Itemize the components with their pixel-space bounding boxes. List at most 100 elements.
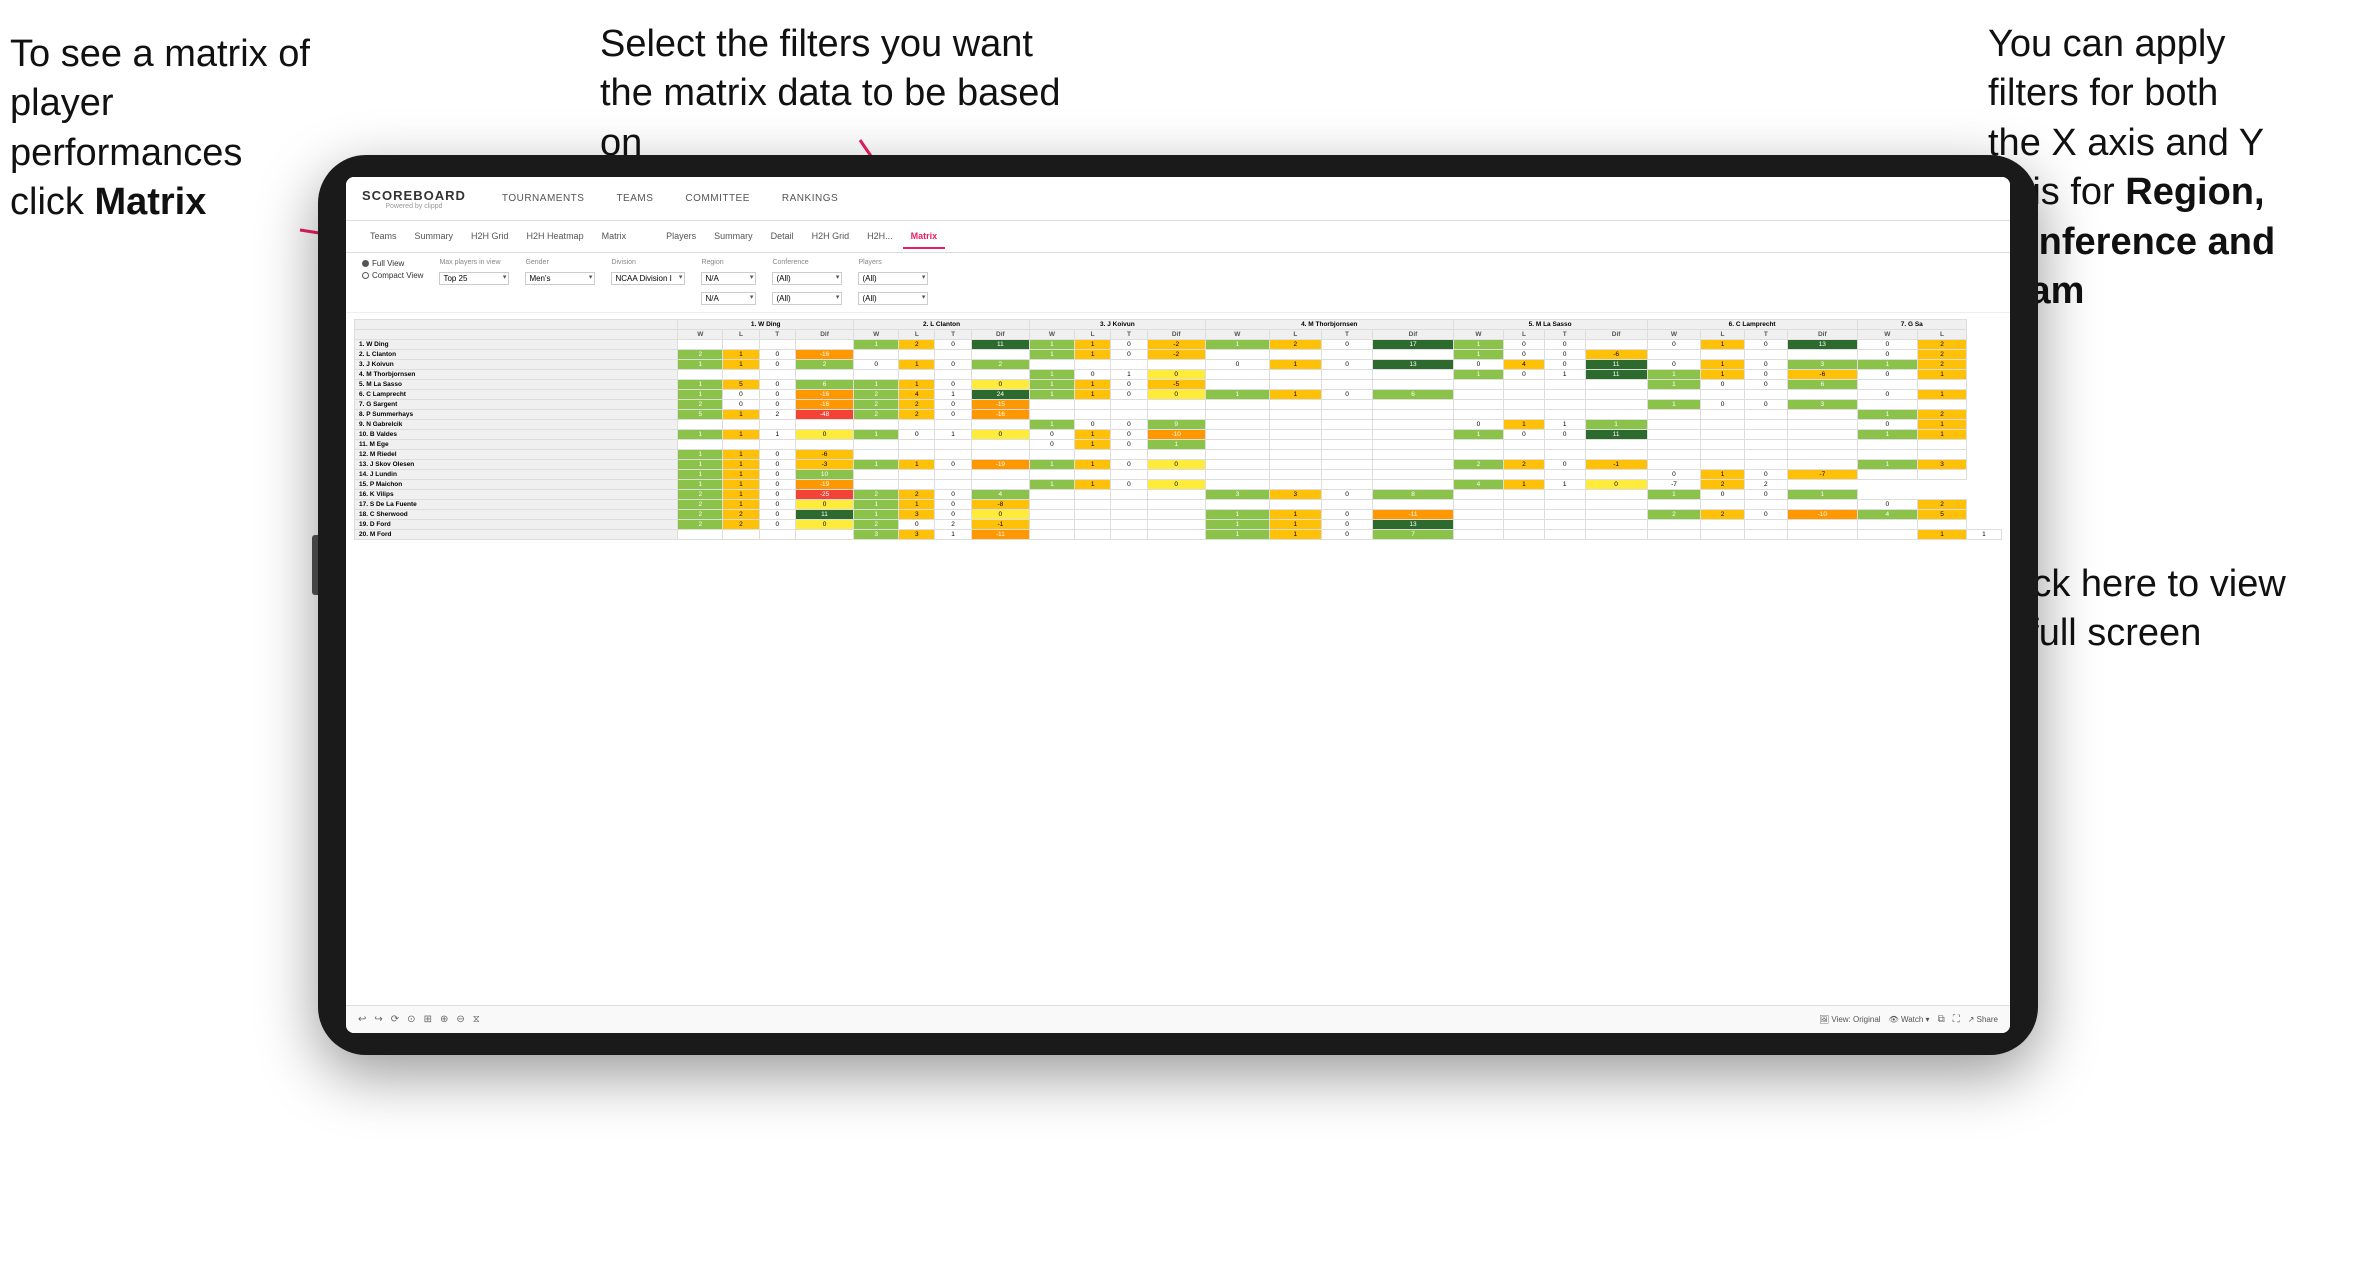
filter-conference-select2[interactable]: (All) <box>772 292 842 305</box>
toolbar-redo[interactable]: ↪ <box>374 1014 382 1025</box>
nav-teams[interactable]: TEAMS <box>612 191 657 206</box>
sub-d5: Dif <box>1585 330 1647 340</box>
row-header-4: 5. M La Sasso <box>355 380 678 390</box>
cell-10-2 <box>759 440 795 450</box>
row-header-12: 13. J Skov Olesen <box>355 460 678 470</box>
cell-17-20: 2 <box>1647 510 1701 520</box>
cell-8-4 <box>854 420 899 430</box>
cell-14-13 <box>1269 480 1321 490</box>
fullscreen-button[interactable]: ⛶ <box>1953 1014 1960 1025</box>
tab-h2h2[interactable]: H2H... <box>859 225 901 249</box>
cell-6-8 <box>1029 400 1074 410</box>
cell-0-18: 0 <box>1544 340 1585 350</box>
cell-5-1: 0 <box>723 390 759 400</box>
cell-4-15 <box>1373 380 1453 390</box>
cell-1-6 <box>935 350 971 360</box>
tab-summary2[interactable]: Summary <box>706 225 761 249</box>
tab-matrix-active[interactable]: Matrix <box>903 225 946 249</box>
tab-h2h-grid2[interactable]: H2H Grid <box>804 225 858 249</box>
tab-detail[interactable]: Detail <box>763 225 802 249</box>
sub-t4: T <box>1321 330 1373 340</box>
cell-17-0: 2 <box>678 510 723 520</box>
filter-region-select2[interactable]: N/A <box>701 292 756 305</box>
cell-6-22: 0 <box>1744 400 1787 410</box>
cell-3-7 <box>971 370 1029 380</box>
cell-19-25: 1 <box>1918 530 1967 540</box>
col-header-7: 7. G Sa <box>1857 320 1966 330</box>
cell-0-7: 11 <box>971 340 1029 350</box>
radio-full-view[interactable]: Full View <box>362 259 423 268</box>
cell-12-7: -19 <box>971 460 1029 470</box>
sub-w5: W <box>1453 330 1503 340</box>
cell-7-18 <box>1544 410 1585 420</box>
cell-0-10: 0 <box>1111 340 1147 350</box>
cell-10-5 <box>899 440 935 450</box>
sub-l6: L <box>1701 330 1744 340</box>
cell-17-24: 4 <box>1857 510 1917 520</box>
nav-rankings[interactable]: RANKINGS <box>778 191 842 206</box>
cell-4-23: 6 <box>1787 380 1857 390</box>
cell-8-16: 0 <box>1453 420 1503 430</box>
filter-conference-select1[interactable]: (All) <box>772 272 842 285</box>
cell-13-12 <box>1205 470 1269 480</box>
filter-gender-select[interactable]: Men's <box>525 272 595 285</box>
cell-4-5: 1 <box>899 380 935 390</box>
tab-summary[interactable]: Summary <box>407 225 462 249</box>
cell-4-4: 1 <box>854 380 899 390</box>
cell-7-14 <box>1321 410 1373 420</box>
cell-15-21: 0 <box>1701 490 1744 500</box>
cell-6-6: 0 <box>935 400 971 410</box>
cell-15-18 <box>1544 490 1585 500</box>
table-row: 11. M Ege0101 <box>355 440 2002 450</box>
cell-14-19: 0 <box>1585 480 1647 490</box>
nav-tournaments[interactable]: TOURNAMENTS <box>498 191 589 206</box>
filter-division-select[interactable]: NCAA Division I <box>611 272 685 285</box>
toolbar-minus[interactable]: ⊖ <box>456 1014 464 1025</box>
toolbar-link[interactable]: ⊙ <box>407 1014 415 1025</box>
cell-13-5 <box>899 470 935 480</box>
filter-region-select1[interactable]: N/A <box>701 272 756 285</box>
filter-max-players-select[interactable]: Top 25 <box>439 272 509 285</box>
filter-players-select2[interactable]: (All) <box>858 292 928 305</box>
toolbar-refresh[interactable]: ⟳ <box>391 1014 399 1025</box>
cell-19-5: 3 <box>899 530 935 540</box>
sub-d2: Dif <box>971 330 1029 340</box>
radio-compact-view[interactable]: Compact View <box>362 271 423 280</box>
cell-13-1: 1 <box>723 470 759 480</box>
filter-players-select1[interactable]: (All) <box>858 272 928 285</box>
annotation-topright: You can apply filters for both the X axi… <box>1988 20 2348 316</box>
cell-8-10: 0 <box>1111 420 1147 430</box>
nav-committee[interactable]: COMMITTEE <box>681 191 754 206</box>
watch-button[interactable]: 👁 Watch ▾ <box>1889 1015 1930 1024</box>
tab-h2h-grid[interactable]: H2H Grid <box>463 225 517 249</box>
tab-players[interactable]: Players <box>658 225 704 249</box>
tab-h2h-heatmap[interactable]: H2H Heatmap <box>519 225 592 249</box>
cell-6-21: 0 <box>1701 400 1744 410</box>
cell-17-10 <box>1111 510 1147 520</box>
cell-11-25 <box>1918 450 1967 460</box>
cell-9-18: 0 <box>1544 430 1585 440</box>
cell-15-15: 8 <box>1373 490 1453 500</box>
cell-15-9 <box>1074 490 1110 500</box>
cell-5-22 <box>1744 390 1787 400</box>
cell-9-11: -10 <box>1147 430 1205 440</box>
toolbar-screen[interactable]: ⧉ <box>1938 1014 1945 1025</box>
toolbar-clock[interactable]: ⧖ <box>473 1014 480 1025</box>
tab-matrix-left[interactable]: Matrix <box>594 225 635 249</box>
cell-5-7: 24 <box>971 390 1029 400</box>
cell-0-6: 0 <box>935 340 971 350</box>
cell-12-24: 1 <box>1857 460 1917 470</box>
toolbar-plus[interactable]: ⊕ <box>440 1014 448 1025</box>
cell-10-19 <box>1585 440 1647 450</box>
toolbar-undo[interactable]: ↩ <box>358 1014 366 1025</box>
cell-15-0: 2 <box>678 490 723 500</box>
share-button[interactable]: ↗ Share <box>1968 1015 1998 1024</box>
matrix-content[interactable]: 1. W Ding 2. L Clanton 3. J Koivun 4. M … <box>346 313 2010 1005</box>
toolbar-grid[interactable]: ⊞ <box>424 1014 432 1025</box>
cell-18-8 <box>1029 520 1074 530</box>
tab-teams[interactable]: Teams <box>362 225 405 249</box>
table-row: 7. G Sargent200-16220-151003 <box>355 400 2002 410</box>
cell-11-3: -6 <box>795 450 853 460</box>
cell-0-8: 1 <box>1029 340 1074 350</box>
sub-w3: W <box>1029 330 1074 340</box>
